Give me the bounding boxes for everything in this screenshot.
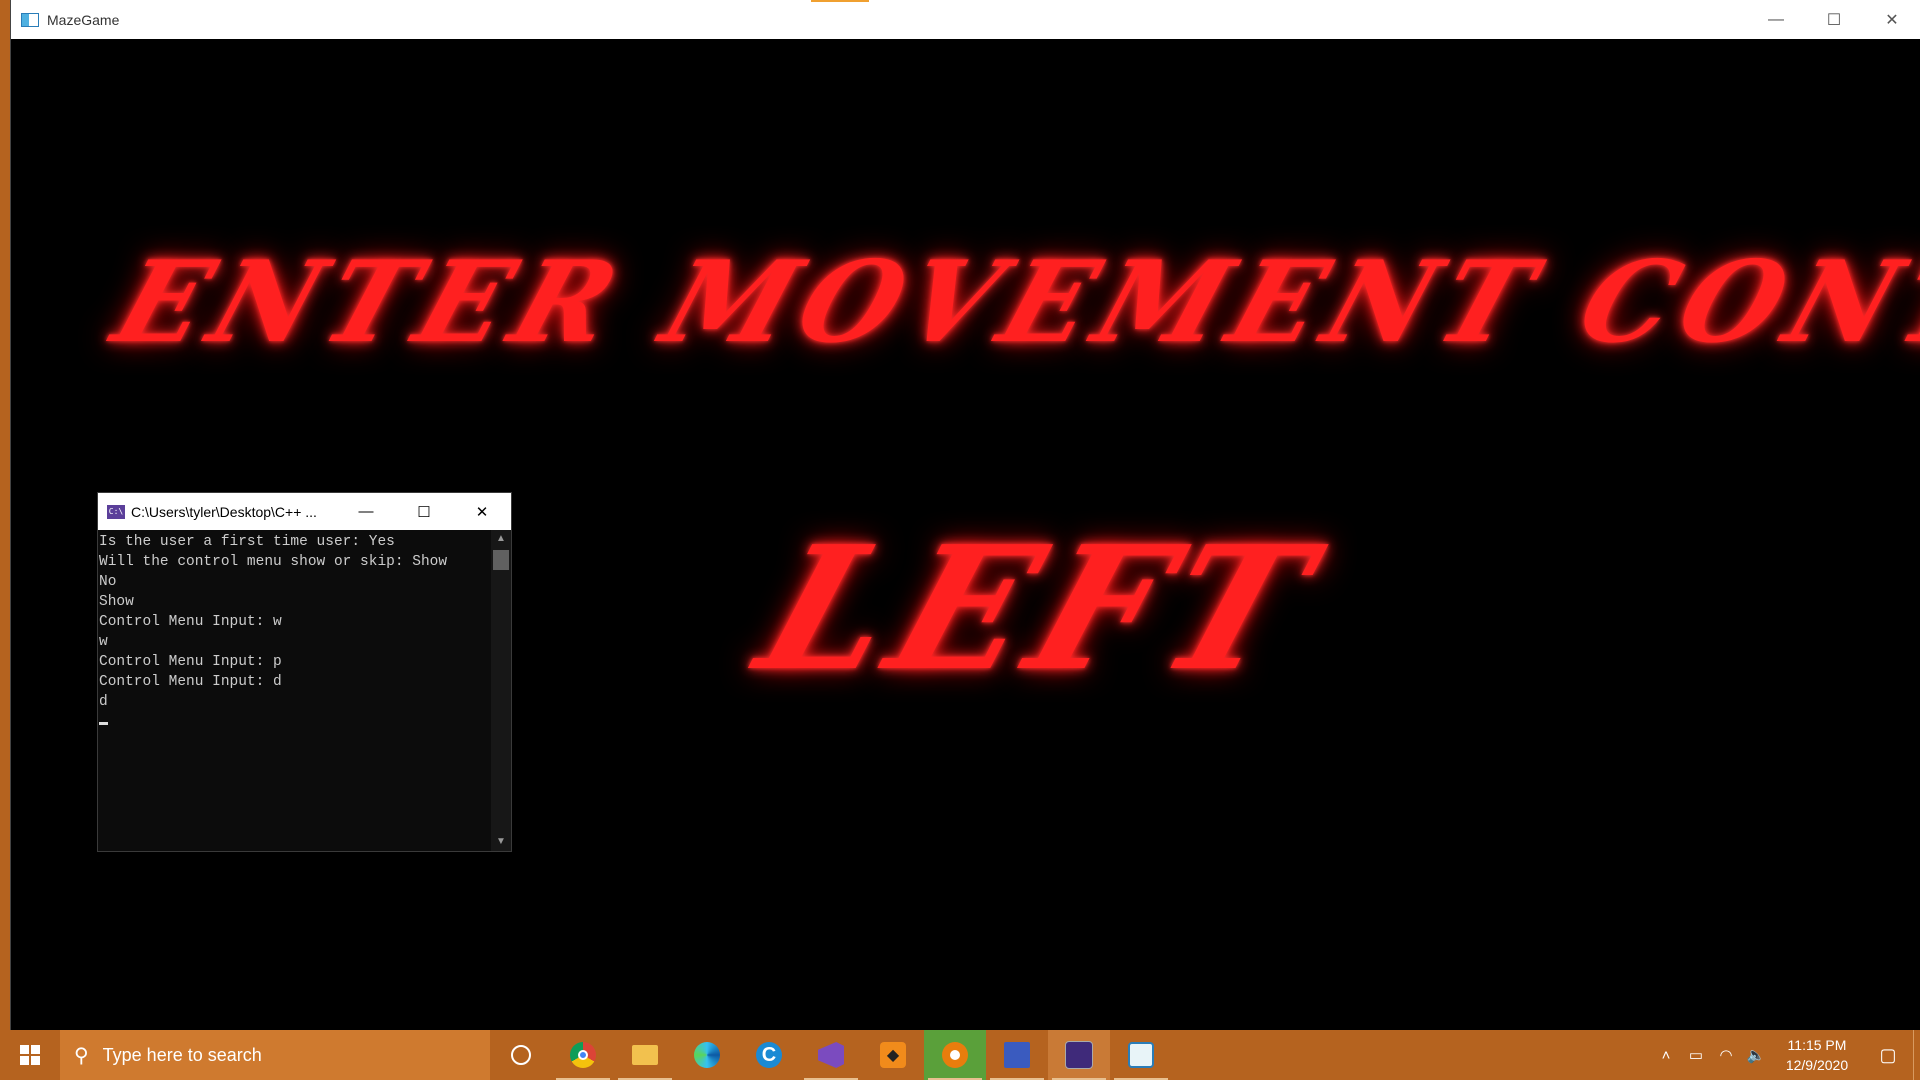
direction-text: LEFT	[738, 509, 1340, 709]
network-icon	[1004, 1042, 1030, 1068]
console-line: No	[99, 574, 117, 590]
game-titlebar[interactable]: MazeGame — ☐ ✕	[11, 0, 1920, 39]
close-button[interactable]: ✕	[1863, 0, 1920, 39]
console-minimize-button[interactable]: —	[337, 493, 395, 530]
console-line: Control Menu Input: d	[99, 674, 282, 690]
scroll-thumb[interactable]	[493, 550, 509, 570]
headline-text: ENTER MOVEMENT CONTROLS	[99, 237, 1920, 368]
console-line: Control Menu Input: p	[99, 654, 282, 670]
command-prompt-icon	[1065, 1041, 1093, 1069]
chrome-button[interactable]	[552, 1030, 614, 1080]
notification-icon[interactable]: ▢	[1863, 1045, 1913, 1066]
wifi-icon[interactable]: ◠	[1711, 1046, 1741, 1064]
battery-icon[interactable]: ▭	[1681, 1046, 1711, 1064]
console-maximize-button[interactable]: ☐	[395, 493, 453, 530]
start-button[interactable]	[0, 1030, 60, 1080]
clock[interactable]: 11:15 PM 12/9/2020	[1771, 1035, 1863, 1075]
volume-icon[interactable]: 🔈	[1741, 1046, 1771, 1064]
console-line: Control Menu Input: w	[99, 614, 282, 630]
sublime-button[interactable]: ◆	[862, 1030, 924, 1080]
titlebar-accent	[811, 0, 869, 2]
command-prompt-icon: C:\	[107, 504, 125, 519]
console-line: Will the control menu show or skip: Show	[99, 554, 448, 570]
console-scrollbar[interactable]: ▲ ▼	[491, 530, 511, 851]
console-close-button[interactable]: ✕	[453, 493, 511, 530]
console-line: w	[99, 634, 108, 650]
windows-logo-icon	[20, 1045, 40, 1065]
scroll-down-icon[interactable]: ▼	[491, 833, 511, 849]
sublime-icon: ◆	[880, 1042, 906, 1068]
console-line: d	[99, 694, 108, 710]
console-title: C:\Users\tyler\Desktop\C++ ...	[131, 503, 317, 520]
clock-date: 12/9/2020	[1785, 1057, 1849, 1073]
search-placeholder: Type here to search	[102, 1044, 262, 1065]
visual-studio-icon	[818, 1042, 844, 1068]
console-output[interactable]: Is the user a first time user: Yes Will …	[98, 530, 491, 851]
blender-button[interactable]	[924, 1030, 986, 1080]
edge-icon	[694, 1042, 720, 1068]
game-window-title: MazeGame	[47, 11, 120, 28]
cortana-icon	[511, 1045, 531, 1065]
taskbar-search[interactable]: ⚲ Type here to search	[60, 1030, 490, 1080]
scroll-up-icon[interactable]: ▲	[491, 530, 511, 546]
search-icon: ⚲	[74, 1044, 89, 1067]
ccleaner-button[interactable]: C	[738, 1030, 800, 1080]
cortana-button[interactable]	[490, 1030, 552, 1080]
network-button[interactable]	[986, 1030, 1048, 1080]
mazegame-icon	[1128, 1042, 1154, 1068]
visual-studio-button[interactable]	[800, 1030, 862, 1080]
console-cursor	[99, 722, 108, 725]
console-titlebar[interactable]: C:\ C:\Users\tyler\Desktop\C++ ... — ☐ ✕	[98, 493, 511, 530]
file-explorer-button[interactable]	[614, 1030, 676, 1080]
ccleaner-icon: C	[756, 1042, 782, 1068]
console-line: Is the user a first time user: Yes	[99, 534, 395, 550]
command-prompt-button[interactable]	[1048, 1030, 1110, 1080]
console-window[interactable]: C:\ C:\Users\tyler\Desktop\C++ ... — ☐ ✕…	[97, 492, 512, 852]
blender-icon	[942, 1042, 968, 1068]
mazegame-button[interactable]	[1110, 1030, 1172, 1080]
edge-button[interactable]	[676, 1030, 738, 1080]
clock-time: 11:15 PM	[1787, 1037, 1847, 1053]
chevron-up-icon[interactable]: ˄	[1651, 1047, 1681, 1064]
minimize-button[interactable]: —	[1747, 0, 1805, 39]
chrome-icon	[570, 1042, 596, 1068]
file-explorer-icon	[632, 1045, 658, 1065]
maximize-button[interactable]: ☐	[1805, 0, 1863, 39]
show-desktop-button[interactable]	[1913, 1030, 1920, 1080]
mazegame-app-icon	[21, 12, 39, 27]
console-line: Show	[99, 594, 134, 610]
system-tray: ˄ ▭ ◠ 🔈 11:15 PM 12/9/2020 ▢	[1651, 1030, 1920, 1080]
taskbar: ⚲ Type here to search C ◆ ˄ ▭ ◠ 🔈 11:15 …	[0, 1030, 1920, 1080]
